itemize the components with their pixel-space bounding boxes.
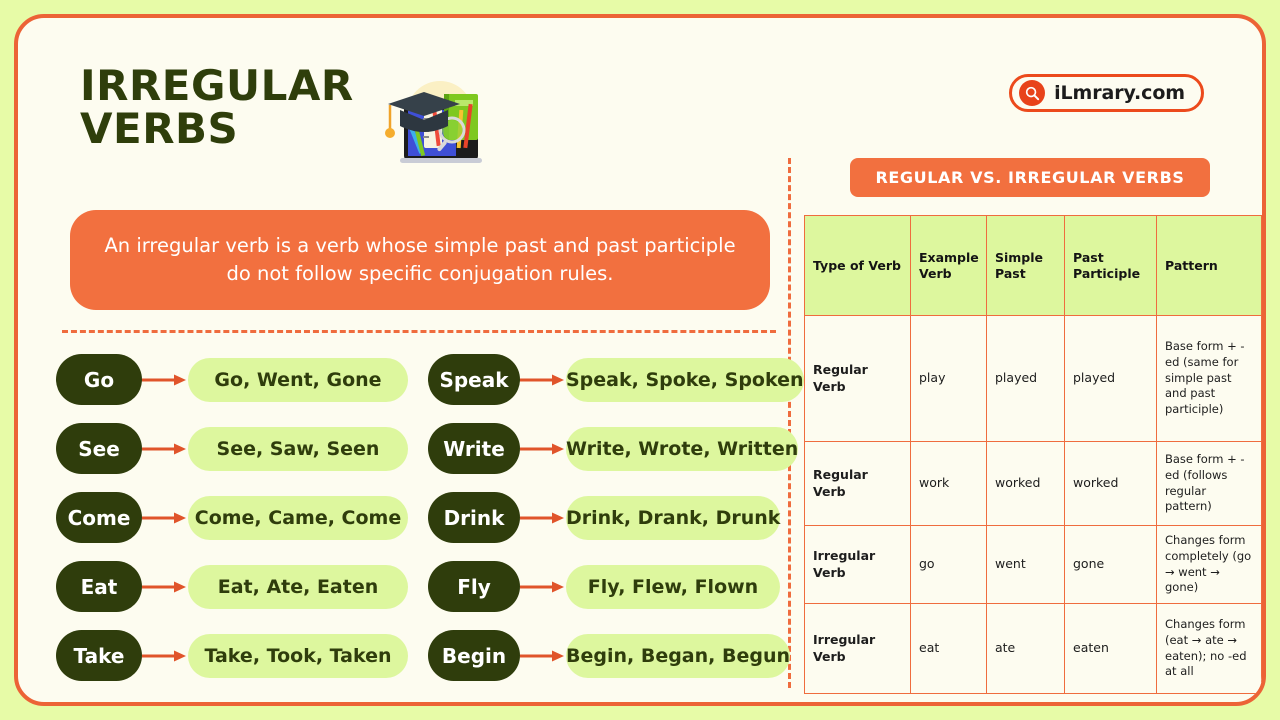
- verb-chip: Go: [56, 354, 142, 405]
- verb-chip: Come: [56, 492, 142, 543]
- column-header-past-participle: Past Participle: [1064, 215, 1157, 316]
- verb-chip: Write: [428, 423, 520, 474]
- logo-text: iLmrary.com: [1054, 82, 1185, 104]
- verb-chip: Begin: [428, 630, 520, 681]
- horizontal-divider: [62, 330, 776, 333]
- cell-simple-past: ate: [986, 603, 1065, 694]
- arrow-right-icon: [142, 511, 188, 525]
- page-title: IRREGULAR VERBS: [80, 64, 380, 151]
- verb-row: Begin Begin, Began, Begun: [428, 630, 791, 681]
- definition-text: An irregular verb is a verb whose simple…: [104, 233, 736, 285]
- verb-forms: Write, Wrote, Written: [566, 426, 799, 471]
- verb-row: See See, Saw, Seen: [56, 423, 408, 474]
- verb-forms: See, Saw, Seen: [188, 426, 408, 471]
- table-row: Irregular Verb go went gone Changes form…: [804, 525, 1262, 604]
- verb-forms: Speak, Spoke, Spoken: [566, 357, 804, 402]
- verb-forms: Come, Came, Come: [188, 495, 408, 540]
- column-header-type: Type of Verb: [804, 215, 911, 316]
- verb-row: Come Come, Came, Come: [56, 492, 408, 543]
- cell-past-participle: eaten: [1064, 603, 1157, 694]
- verb-chip: Drink: [428, 492, 520, 543]
- verb-row: Speak Speak, Spoke, Spoken: [428, 354, 804, 405]
- title-line-2: VERBS: [80, 104, 239, 154]
- cell-pattern: Changes form (eat → ate → eaten); no -ed…: [1156, 603, 1262, 694]
- column-header-simple-past: Simple Past: [986, 215, 1065, 316]
- cell-type: Regular Verb: [804, 315, 911, 442]
- verb-forms: Begin, Began, Begun: [566, 633, 791, 678]
- verb-row: Eat Eat, Ate, Eaten: [56, 561, 408, 612]
- column-header-pattern: Pattern: [1156, 215, 1262, 316]
- site-logo[interactable]: iLmrary.com: [1009, 74, 1204, 112]
- infographic-card: IRREGULAR VERBS iLmrary.com An irregular…: [14, 14, 1266, 706]
- verb-chip: Take: [56, 630, 142, 681]
- cell-pattern: Changes form completely (go → went → gon…: [1156, 525, 1262, 604]
- verb-row: Write Write, Wrote, Written: [428, 423, 799, 474]
- table-row: Irregular Verb eat ate eaten Changes for…: [804, 603, 1262, 694]
- comparison-banner: REGULAR VS. IRREGULAR VERBS: [850, 158, 1210, 197]
- verb-row: Drink Drink, Drank, Drunk: [428, 492, 781, 543]
- cell-type: Regular Verb: [804, 441, 911, 526]
- cell-example: go: [910, 525, 987, 604]
- arrow-right-icon: [520, 649, 566, 663]
- verb-forms: Take, Took, Taken: [188, 633, 408, 678]
- arrow-right-icon: [520, 580, 566, 594]
- verb-examples-grid: Go Go, Went, Gone See See, Saw, Seen Com…: [56, 354, 804, 681]
- verb-row: Go Go, Went, Gone: [56, 354, 408, 405]
- arrow-right-icon: [142, 373, 188, 387]
- arrow-right-icon: [520, 511, 566, 525]
- table-header-row: Type of Verb Example Verb Simple Past Pa…: [804, 215, 1262, 316]
- cell-pattern: Base form + -ed (follows regular pattern…: [1156, 441, 1262, 526]
- cell-past-participle: gone: [1064, 525, 1157, 604]
- graduation-cap-study-supplies-icon: [370, 74, 495, 170]
- cell-example: work: [910, 441, 987, 526]
- cell-past-participle: played: [1064, 315, 1157, 442]
- cell-simple-past: went: [986, 525, 1065, 604]
- cell-type: Irregular Verb: [804, 525, 911, 604]
- table-row: Regular Verb work worked worked Base for…: [804, 441, 1262, 526]
- magnifier-icon: [1019, 80, 1046, 106]
- verb-forms: Fly, Flew, Flown: [566, 564, 780, 609]
- arrow-right-icon: [520, 373, 566, 387]
- cell-type: Irregular Verb: [804, 603, 911, 694]
- arrow-right-icon: [142, 580, 188, 594]
- cell-simple-past: played: [986, 315, 1065, 442]
- cell-past-participle: worked: [1064, 441, 1157, 526]
- verb-chip: Eat: [56, 561, 142, 612]
- cell-example: play: [910, 315, 987, 442]
- verb-row: Fly Fly, Flew, Flown: [428, 561, 780, 612]
- table-row: Regular Verb play played played Base for…: [804, 315, 1262, 442]
- verb-forms: Eat, Ate, Eaten: [188, 564, 408, 609]
- arrow-right-icon: [520, 442, 566, 456]
- definition-banner: An irregular verb is a verb whose simple…: [70, 210, 770, 310]
- cell-pattern: Base form + -ed (same for simple past an…: [1156, 315, 1262, 442]
- verb-chip: Fly: [428, 561, 520, 612]
- arrow-right-icon: [142, 649, 188, 663]
- vertical-divider: [788, 158, 791, 688]
- verb-column-left: Go Go, Went, Gone See See, Saw, Seen Com…: [56, 354, 408, 681]
- verb-column-right: Speak Speak, Spoke, Spoken Write Write, …: [428, 354, 804, 681]
- column-header-example: Example Verb: [910, 215, 987, 316]
- cell-simple-past: worked: [986, 441, 1065, 526]
- verb-chip: Speak: [428, 354, 520, 405]
- verb-chip: See: [56, 423, 142, 474]
- arrow-right-icon: [142, 442, 188, 456]
- title-line-1: IRREGULAR: [80, 61, 354, 110]
- verb-forms: Go, Went, Gone: [188, 357, 408, 402]
- verb-forms: Drink, Drank, Drunk: [566, 495, 781, 540]
- cell-example: eat: [910, 603, 987, 694]
- verb-row: Take Take, Took, Taken: [56, 630, 408, 681]
- comparison-table: Type of Verb Example Verb Simple Past Pa…: [804, 215, 1262, 694]
